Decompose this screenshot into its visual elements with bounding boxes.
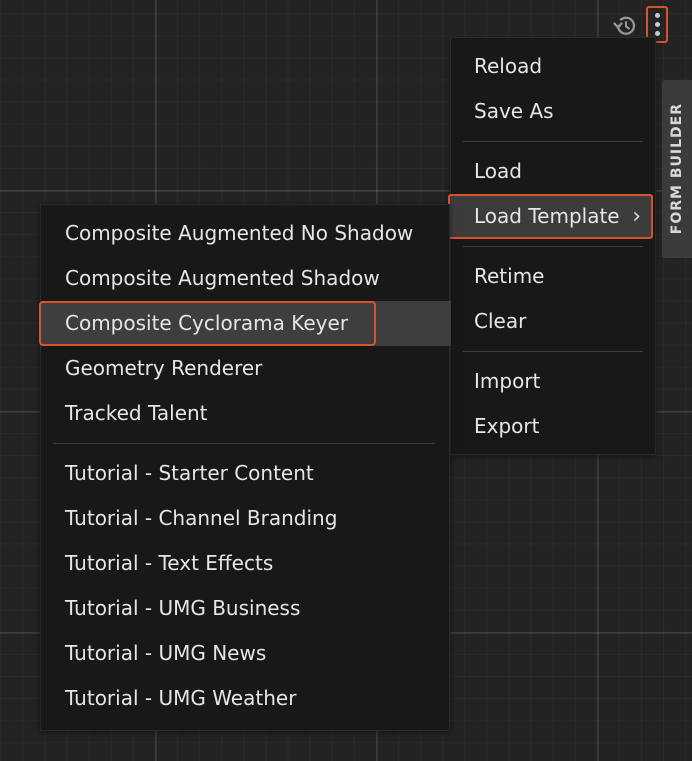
template-item[interactable]: Tracked Talent [41,391,449,436]
chevron-right-icon: › [632,204,641,229]
template-item-label: Composite Cyclorama Keyer [65,311,349,335]
history-icon [613,16,636,35]
form-builder-tab[interactable]: FORM BUILDER [662,80,692,258]
menu-item-load-template[interactable]: Load Template › [448,194,653,239]
history-button[interactable] [609,12,639,40]
template-item[interactable]: Tutorial - UMG News [41,631,449,676]
template-item[interactable]: Tutorial - UMG Business [41,586,449,631]
template-item[interactable]: Composite Augmented Shadow [41,256,449,301]
template-item[interactable]: Composite Augmented No Shadow [41,211,449,256]
template-item[interactable]: Geometry Renderer [41,346,449,391]
menu-item-import[interactable]: Import [451,359,655,404]
template-item-hovered[interactable]: Composite Cyclorama Keyer [39,301,451,346]
template-item[interactable]: Tutorial - Channel Branding [41,496,449,541]
menu-item-export[interactable]: Export [451,404,655,449]
menu-item-load-template-label: Load Template [474,204,620,228]
menu-divider [463,141,643,142]
vertical-ellipsis-icon [654,13,660,18]
menu-item-clear[interactable]: Clear [451,299,655,344]
menu-divider [463,351,643,352]
template-item[interactable]: Tutorial - Text Effects [41,541,449,586]
menu-divider [53,443,435,444]
template-item[interactable]: Tutorial - Starter Content [41,451,449,496]
options-menu: Reload Save As Load Load Template › Reti… [448,37,656,455]
menu-item-retime[interactable]: Retime [451,254,655,299]
form-builder-tab-label: FORM BUILDER [669,103,685,235]
menu-item-reload[interactable]: Reload [451,44,655,89]
load-template-submenu: Composite Augmented No Shadow Composite … [39,204,451,731]
template-item[interactable]: Tutorial - UMG Weather [41,676,449,721]
menu-item-load[interactable]: Load [451,149,655,194]
menu-item-save-as[interactable]: Save As [451,89,655,134]
menu-divider [463,246,643,247]
